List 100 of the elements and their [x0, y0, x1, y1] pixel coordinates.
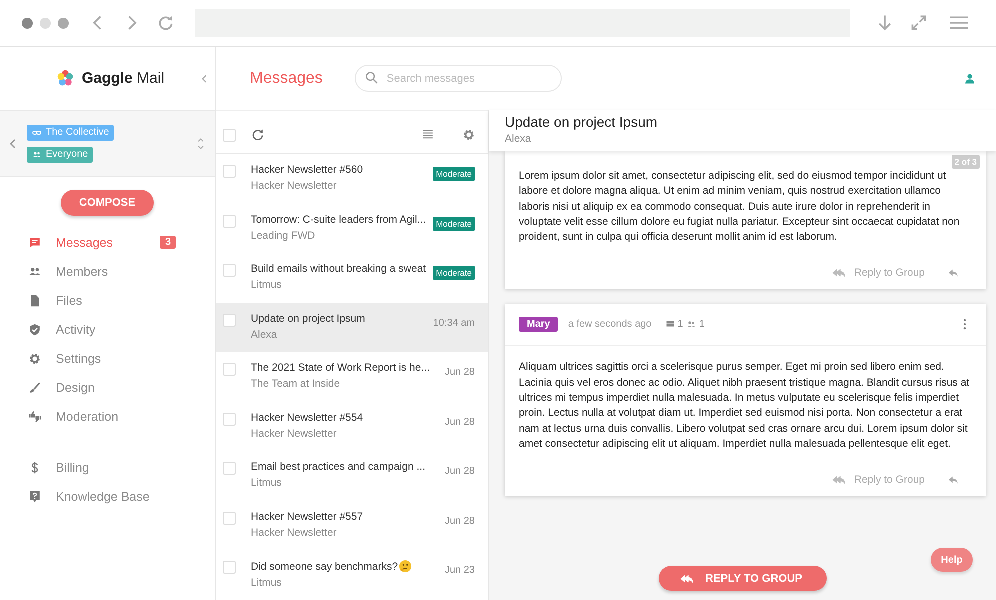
row-checkbox[interactable] — [223, 462, 236, 475]
message-subject: Hacker Newsletter #554 — [251, 412, 364, 424]
nav-item[interactable]: Moderation — [0, 402, 215, 431]
message-subject: Update on project Ipsum — [251, 312, 366, 324]
reply-all-icon — [678, 572, 694, 584]
message-sender: The Team at Inside — [251, 378, 342, 390]
message-sender: Leading FWD — [251, 230, 316, 242]
message-row[interactable]: Tomorrow: C-suite leaders from Agil... Leading FWD Moderate — [216, 204, 488, 253]
message-body: Aliquam ultrices sagittis orci a scelerisque purus semper. Eget mi proin sed libero enim sed. Lacinia quis vel eros donec ac odio. Aliquet nibh praesent tristique magna. Blandit cursus risus at ultrices mi tempus imperdiet nulla malesuada. In metus vulputate eu scelerisque felis imperdiet proin. Lectus nulla at volutpat diam ut. Imperdiet sed euismod nisi porta. Non consectetur a erat nam at lectus urna duis convallis. Libero volutpat sed cras ornare arcu dui. Lorem ipsum dolor sit amet consectetur adipiscing elit ut aliquam. Imperdiet nulla malesuada pellentesque elit eget. — [519, 360, 971, 452]
thread-subject: Update on project Ipsum — [505, 114, 659, 130]
reply-all-icon — [831, 474, 846, 486]
message-subject: The 2021 State of Work Report is he... — [251, 362, 430, 374]
compose-button[interactable]: COMPOSE — [61, 190, 154, 216]
moderate-tag: Moderate — [433, 216, 475, 230]
search-icon — [364, 71, 379, 85]
message-sender: Litmus — [251, 279, 283, 291]
message-subject: Hacker Newsletter #557 — [251, 510, 364, 522]
row-checkbox[interactable] — [223, 512, 236, 524]
message-sender: Alexa — [251, 328, 278, 340]
message-time: 10:34 am — [433, 318, 475, 328]
row-checkbox[interactable] — [223, 264, 236, 277]
more-options-icon[interactable] — [962, 318, 968, 332]
nav-item[interactable]: Billing — [0, 453, 215, 482]
message-row[interactable]: Update on project Ipsum Alexa 10:34 am — [216, 302, 488, 352]
message-icon — [28, 236, 42, 250]
reply-all-icon — [831, 267, 846, 280]
shield-check-icon — [28, 322, 42, 336]
message-sender: Litmus — [251, 577, 283, 589]
message-row[interactable]: Did someone say benchmarks? Litmus Jun 23 — [216, 550, 488, 600]
reply-to-group-button[interactable]: REPLY TO GROUP — [658, 566, 826, 591]
help-icon — [28, 490, 42, 504]
window-dot[interactable] — [58, 18, 69, 28]
message-time: Jun 23 — [444, 565, 475, 576]
author-tag: Mary — [519, 317, 558, 332]
message-time: a few seconds ago — [568, 319, 652, 330]
moderate-tag: Moderate — [433, 167, 475, 181]
message-sender: Hacker Newsletter — [251, 180, 338, 192]
message-body: Lorem ipsum dolor sit amet, consectetur adipiscing elit, sed do eiusmod tempor incididunt ut labore et dolore magna aliqua. Ut enim ad minim veniam, quis nostrud exercitation ullamco laboris nisi ut aliquip ex ea commodo consequat. Duis aute irure dolor in reprehenderit in voluptate velit esse cillum dolore eu fugiat nulla pariatur. Excepteur sint occaecat cupidatat non proident, sunt in culpa qui officia deserunt mollit anim id est laborum. — [519, 169, 961, 246]
row-checkbox[interactable] — [223, 314, 236, 326]
thread-sender: Alexa — [505, 133, 532, 145]
message-subject: Did someone say benchmarks? — [251, 560, 398, 572]
reply-icon[interactable] — [947, 267, 960, 280]
message-time: Jun 28 — [444, 416, 475, 428]
reply-to-group-button[interactable]: Reply to Group — [831, 267, 925, 280]
window-dot[interactable] — [40, 18, 51, 28]
settings-icon — [28, 352, 42, 366]
user-icon[interactable] — [964, 72, 976, 84]
count-badge: 3 — [160, 236, 176, 249]
message-subject: Email best practices and campaign ... — [251, 461, 426, 473]
row-checkbox[interactable] — [223, 561, 236, 574]
group-tag[interactable]: Everyone — [27, 146, 94, 162]
thumbs-icon — [28, 410, 42, 424]
nav-item[interactable]: Design — [0, 373, 215, 402]
download-icon[interactable] — [876, 14, 894, 32]
flower-logo-icon — [57, 70, 74, 87]
row-checkbox[interactable] — [223, 165, 236, 178]
reply-to-group-button[interactable]: Reply to Group — [831, 474, 925, 486]
search-field[interactable]: Search messages — [354, 65, 562, 92]
row-checkbox[interactable] — [223, 214, 236, 228]
settings-icon[interactable] — [462, 128, 476, 142]
message-row[interactable]: Hacker Newsletter #560 Hacker Newsletter Moderate — [216, 154, 488, 204]
chevron-left-icon[interactable] — [9, 138, 17, 150]
expand-icon[interactable] — [910, 14, 928, 32]
message-time: Jun 28 — [444, 367, 475, 378]
message-subject: Tomorrow: C-suite leaders from Agil... — [251, 214, 426, 226]
message-sender: Hacker Newsletter — [251, 526, 338, 538]
help-button[interactable]: Help — [931, 548, 973, 572]
message-subject: Build emails without breaking a sweat — [251, 263, 426, 275]
menu-icon[interactable] — [948, 14, 970, 32]
message-sender: Litmus — [251, 477, 283, 489]
nav-item[interactable]: Members — [0, 257, 215, 286]
nav-item[interactable]: Settings — [0, 344, 215, 373]
message-row[interactable]: Hacker Newsletter #554 Hacker Newsletter Jun 28 — [216, 402, 488, 451]
moderate-tag: Moderate — [433, 266, 475, 280]
message-subject: Hacker Newsletter #560 — [251, 164, 364, 176]
message-row[interactable]: Build emails without breaking a sweat Litmus Moderate — [216, 253, 488, 302]
message-sender: Hacker Newsletter — [251, 428, 338, 440]
message-row[interactable]: The 2021 State of Work Report is he... The Team at Inside Jun 28 — [216, 352, 488, 402]
member-count: 1 — [699, 319, 705, 330]
message-count: 1 — [678, 319, 684, 330]
app-logo-text: Gaggle Mail — [82, 70, 165, 87]
page-title: Messages — [250, 70, 323, 88]
brush-icon — [28, 380, 42, 394]
nav-item[interactable]: Knowledge Base — [0, 482, 215, 511]
message-count-icon — [666, 320, 675, 330]
nav-item[interactable]: Activity — [0, 315, 215, 344]
row-checkbox[interactable] — [223, 363, 236, 376]
window-dot[interactable] — [22, 18, 33, 28]
nav-item[interactable]: Messages 3 — [0, 228, 215, 257]
collapse-chevron-icon[interactable] — [201, 74, 208, 84]
reload-icon[interactable] — [251, 128, 265, 142]
nav-item[interactable]: Files — [0, 286, 215, 315]
select-all-checkbox[interactable] — [223, 128, 236, 142]
row-checkbox[interactable] — [223, 412, 236, 426]
message-row[interactable]: Email best practices and campaign ... Litmus Jun 28 — [216, 451, 488, 500]
message-row[interactable]: Hacker Newsletter #557 Hacker Newsletter Jun 28 — [216, 500, 488, 550]
group-tag[interactable]: The Collective — [27, 124, 114, 140]
reply-icon[interactable] — [947, 474, 960, 486]
people-icon — [687, 320, 696, 330]
people-icon — [32, 150, 42, 160]
